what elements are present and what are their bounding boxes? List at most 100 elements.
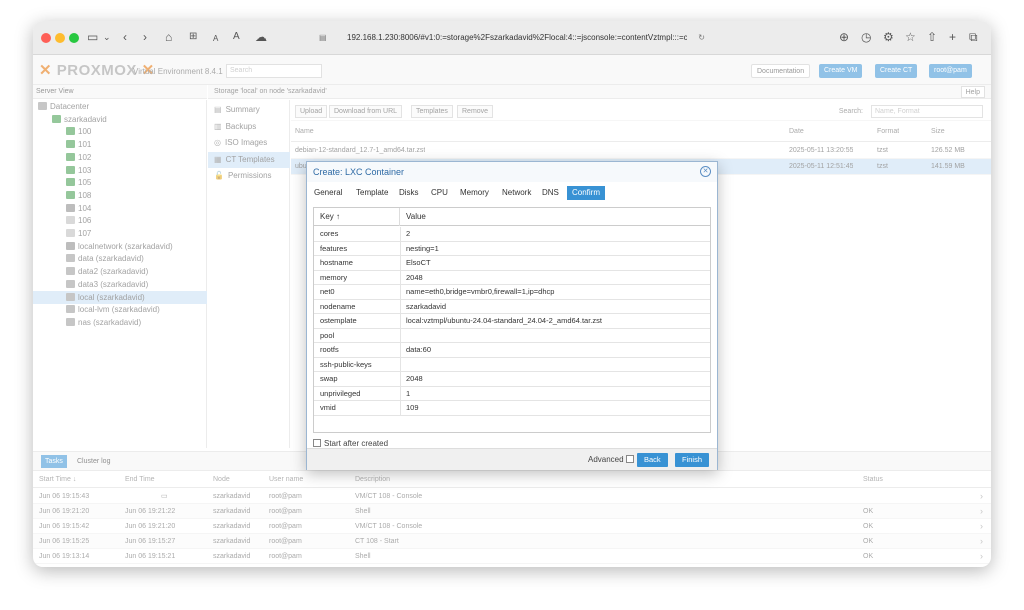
create-ct-button[interactable]: Create CT — [875, 64, 918, 78]
chevron-right-icon[interactable]: › — [980, 519, 983, 534]
storage-nav-summary[interactable]: ▤ Summary — [208, 102, 290, 118]
tab-template[interactable]: Template — [353, 186, 391, 200]
tree-item[interactable]: localnetwork (szarkadavid) — [33, 240, 207, 253]
confirm-row[interactable]: rootfs data:60 — [314, 343, 710, 358]
download-icon[interactable]: ⊕ — [839, 30, 849, 44]
confirm-row[interactable]: unprivileged 1 — [314, 386, 710, 401]
confirm-row[interactable]: net0 name=eth0,bridge=vmbr0,firewall=1,ip… — [314, 285, 710, 300]
tab-dns[interactable]: DNS — [539, 186, 562, 200]
tree-item[interactable]: data3 (szarkadavid) — [33, 278, 207, 291]
tree-item[interactable]: local (szarkadavid) — [33, 290, 207, 304]
minimize-window-button[interactable] — [55, 33, 65, 43]
tab-network[interactable]: Network — [499, 186, 534, 200]
column-date[interactable]: Date — [789, 122, 804, 142]
column-node[interactable]: Node — [213, 472, 230, 488]
help-button[interactable]: Help — [960, 86, 985, 98]
advanced-checkbox[interactable] — [625, 455, 634, 463]
share-icon[interactable]: ⇧ — [927, 30, 937, 44]
column-name[interactable]: Name — [295, 122, 314, 142]
task-row[interactable]: Jun 06 19:21:20 Jun 06 19:21:22 szarkadavi… — [33, 504, 991, 519]
upload-button[interactable]: Upload — [295, 105, 328, 118]
address-bar[interactable]: ▤ 192.168.1.230:8006/#v1:0:=storage%2Fsz… — [311, 29, 711, 47]
tab-memory[interactable]: Memory — [457, 186, 492, 200]
header-search-input[interactable]: Search — [226, 64, 322, 78]
home-icon[interactable]: ⌂ — [165, 30, 172, 44]
cloud-icon[interactable]: ☁ — [255, 30, 267, 44]
tree-item[interactable]: data2 (szarkadavid) — [33, 265, 207, 278]
tab-cpu[interactable]: CPU — [428, 186, 451, 200]
tree-item[interactable]: 102 — [33, 151, 207, 164]
tab-confirm[interactable]: Confirm — [567, 186, 606, 200]
back-button[interactable]: Back — [637, 453, 668, 467]
finish-button[interactable]: Finish — [675, 453, 710, 467]
zoom-window-button[interactable] — [69, 33, 79, 43]
dialog-title-bar[interactable]: Create: LXC Container ✕ — [307, 162, 717, 182]
documentation-button[interactable]: Documentation — [751, 64, 811, 78]
tree-item[interactable]: 106 — [33, 214, 207, 227]
history-icon[interactable]: ◷ — [861, 30, 871, 44]
value-column-header[interactable]: Value — [406, 208, 426, 226]
start-after-created-checkbox[interactable] — [313, 439, 321, 447]
column-end-time[interactable]: End Time — [125, 472, 155, 488]
tree-item[interactable]: 100 — [33, 125, 207, 138]
confirm-row[interactable]: vmid 109 — [314, 401, 710, 416]
confirm-row[interactable]: hostname ElsoCT — [314, 256, 710, 271]
storage-nav-ct-templates[interactable]: ▦ CT Templates — [208, 151, 290, 168]
tree-item[interactable]: nas (szarkadavid) — [33, 316, 207, 329]
chevron-right-icon[interactable]: › — [980, 534, 983, 549]
storage-nav-iso-images[interactable]: ◎ ISO Images — [208, 135, 290, 151]
back-icon[interactable]: ‹ — [123, 30, 127, 44]
task-row[interactable]: Jun 06 19:15:42 Jun 06 19:21:20 szarkadavi… — [33, 519, 991, 534]
storage-nav-backups[interactable]: ▥ Backups — [208, 119, 290, 135]
tab-disks[interactable]: Disks — [396, 186, 422, 200]
confirm-row[interactable]: features nesting=1 — [314, 241, 710, 256]
reload-icon[interactable]: ↻ — [698, 29, 705, 47]
column-description[interactable]: Description — [355, 472, 390, 488]
confirm-row[interactable]: memory 2048 — [314, 270, 710, 285]
bookmark-star-icon[interactable]: ☆ — [905, 30, 916, 44]
tree-item[interactable]: 101 — [33, 138, 207, 151]
download-url-button[interactable]: Download from URL — [329, 105, 403, 118]
chevron-down-icon[interactable]: ⌄ — [103, 30, 111, 44]
tree-item[interactable]: 107 — [33, 227, 207, 240]
confirm-row[interactable]: pool — [314, 328, 710, 343]
tree-item[interactable]: 104 — [33, 202, 207, 215]
confirm-row[interactable]: ostemplate local:vztmpl/ubuntu-24.04-stan… — [314, 314, 710, 329]
templates-button[interactable]: Templates — [411, 105, 453, 118]
column-start-time[interactable]: Start Time ↓ — [39, 472, 76, 488]
task-row[interactable]: Jun 06 19:15:43 szarkadavid root@pam VM/CT … — [33, 489, 991, 504]
key-column-header[interactable]: Key ↑ — [314, 208, 400, 226]
new-tab-icon[interactable]: + — [949, 30, 956, 44]
tab-tasks[interactable]: Tasks — [41, 455, 67, 468]
tree-item[interactable]: 105 — [33, 176, 207, 189]
column-size[interactable]: Size — [931, 122, 945, 142]
sidebar-toggle-icon[interactable]: ▭ — [87, 30, 98, 44]
tree-item[interactable]: 108 — [33, 189, 207, 202]
text-larger-icon[interactable]: A — [233, 30, 240, 44]
create-vm-button[interactable]: Create VM — [819, 64, 863, 78]
server-view-select[interactable]: Server View — [33, 85, 207, 99]
tab-general[interactable]: General — [311, 186, 345, 200]
tab-cluster-log[interactable]: Cluster log — [73, 455, 114, 468]
confirm-row[interactable]: nodename szarkadavid — [314, 299, 710, 314]
column-format[interactable]: Format — [877, 122, 899, 142]
grid-search-input[interactable]: Name, Format — [871, 105, 983, 118]
tree-item[interactable]: 103 — [33, 164, 207, 177]
chevron-right-icon[interactable]: › — [980, 549, 983, 564]
tree-item[interactable]: szarkadavid — [33, 113, 207, 126]
remove-button[interactable]: Remove — [457, 105, 494, 118]
settings-icon[interactable]: ⚙ — [883, 30, 894, 44]
tabs-overview-icon[interactable]: ⧉ — [969, 30, 978, 44]
task-row[interactable]: Jun 06 19:15:25 Jun 06 19:15:27 szarkadavi… — [33, 534, 991, 549]
chevron-right-icon[interactable]: › — [980, 489, 983, 504]
tree-item[interactable]: data (szarkadavid) — [33, 252, 207, 265]
column-status[interactable]: Status — [863, 472, 883, 488]
confirm-row[interactable]: ssh-public-keys — [314, 357, 710, 372]
column-user[interactable]: User name — [269, 472, 303, 488]
storage-nav-permissions[interactable]: 🔓 Permissions — [208, 168, 290, 184]
confirm-row[interactable]: swap 2048 — [314, 372, 710, 387]
close-window-button[interactable] — [41, 33, 51, 43]
tree-item[interactable]: local-lvm (szarkadavid) — [33, 303, 207, 316]
chevron-right-icon[interactable]: › — [980, 504, 983, 519]
dialog-close-icon[interactable]: ✕ — [700, 166, 711, 177]
